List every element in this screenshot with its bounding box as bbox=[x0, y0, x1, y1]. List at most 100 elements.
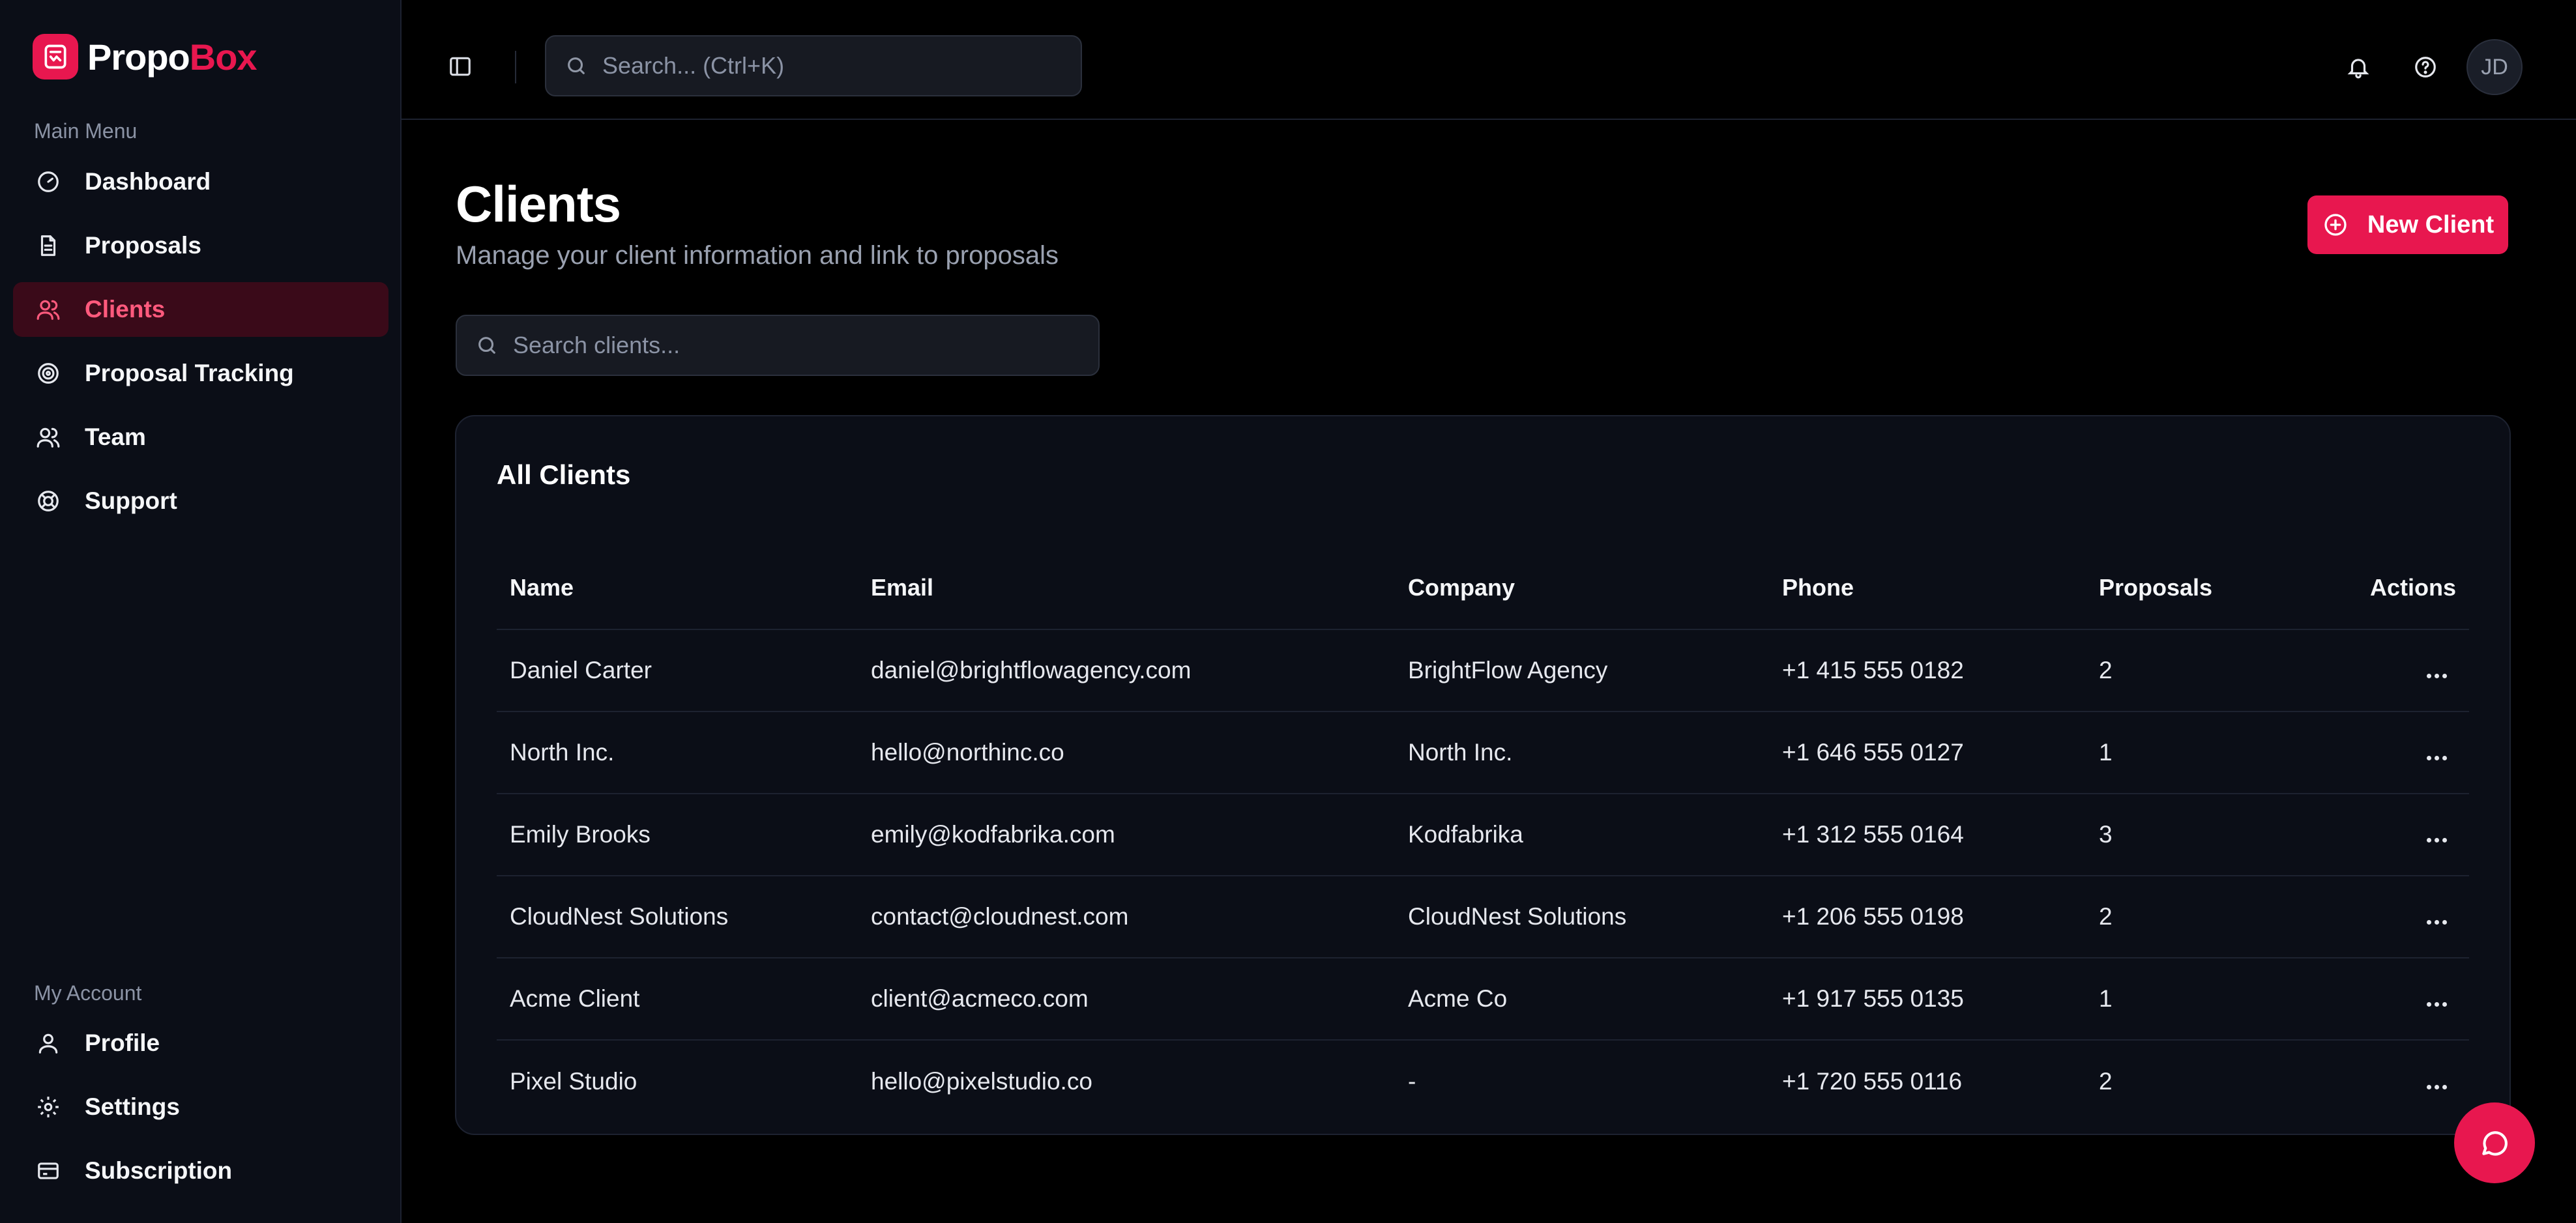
cell-proposals: 1 bbox=[2099, 739, 2113, 766]
sidebar-item-dashboard[interactable]: Dashboard bbox=[13, 154, 388, 209]
cell-proposals: 2 bbox=[2099, 657, 2113, 683]
dot bbox=[2427, 673, 2431, 678]
sidebar-toggle-button[interactable] bbox=[446, 52, 475, 81]
sidebar-item-label: Subscription bbox=[85, 1157, 233, 1184]
cell-company: Kodfabrika bbox=[1408, 821, 1523, 848]
table-row[interactable]: CloudNest Solutions contact@cloudnest.com… bbox=[497, 876, 2469, 958]
global-search[interactable] bbox=[545, 35, 1082, 96]
brand-logo[interactable]: PropoBox bbox=[33, 34, 257, 79]
client-search[interactable] bbox=[456, 315, 1100, 376]
cell-actions bbox=[2347, 1068, 2469, 1096]
plus-circle-icon bbox=[2322, 211, 2349, 238]
notifications-button[interactable] bbox=[2343, 52, 2373, 82]
gear-icon bbox=[35, 1094, 61, 1120]
table-header: Name Email Company Phone Proposals Actio… bbox=[497, 547, 2469, 630]
dot bbox=[2442, 837, 2447, 842]
cell-phone: +1 720 555 0116 bbox=[1782, 1068, 1963, 1095]
avatar[interactable]: JD bbox=[2466, 39, 2523, 95]
dot bbox=[2442, 755, 2447, 760]
cell-name: Emily Brooks bbox=[510, 821, 651, 848]
cell-proposals: 2 bbox=[2099, 903, 2113, 930]
chat-button[interactable] bbox=[2454, 1102, 2535, 1183]
sidebar-item-settings[interactable]: Settings bbox=[13, 1080, 388, 1134]
cell-email: hello@northinc.co bbox=[871, 739, 1064, 766]
sidebar-item-team[interactable]: Team bbox=[13, 410, 388, 465]
sidebar-item-label: Clients bbox=[85, 296, 166, 323]
page-title: Clients bbox=[456, 175, 621, 233]
sidebar: PropoBox Main Menu Dashboard Proposals C… bbox=[0, 0, 402, 1223]
chat-bubble-icon bbox=[2482, 1131, 2508, 1156]
table-row[interactable]: Emily Brooks emily@kodfabrika.com Kodfabri… bbox=[497, 794, 2469, 876]
more-actions-icon[interactable] bbox=[2418, 749, 2456, 767]
brand-name: PropoBox bbox=[87, 36, 257, 78]
cell-proposals: 3 bbox=[2099, 821, 2113, 848]
dot bbox=[2442, 1084, 2447, 1089]
column-header-email: Email bbox=[871, 574, 934, 601]
sidebar-item-label: Settings bbox=[85, 1093, 180, 1120]
table-row[interactable]: Pixel Studio hello@pixelstudio.co - +1 720 … bbox=[497, 1041, 2469, 1123]
help-circle-icon bbox=[2415, 57, 2436, 78]
gauge-icon bbox=[35, 169, 61, 195]
clients-table: Name Email Company Phone Proposals Actio… bbox=[497, 547, 2469, 1123]
search-icon bbox=[564, 54, 588, 78]
sidebar-item-clients[interactable]: Clients bbox=[13, 282, 388, 337]
user-icon bbox=[35, 1030, 61, 1056]
team-icon bbox=[35, 424, 61, 450]
more-actions-icon[interactable] bbox=[2418, 1078, 2456, 1096]
main-menu-label: Main Menu bbox=[34, 119, 138, 143]
help-button[interactable] bbox=[2410, 52, 2440, 82]
table-row[interactable]: North Inc. hello@northinc.co North Inc. +1 … bbox=[497, 712, 2469, 794]
client-search-input[interactable] bbox=[513, 332, 956, 359]
cell-actions bbox=[2347, 739, 2469, 767]
cell-email: client@acmeco.com bbox=[871, 985, 1089, 1012]
sidebar-item-profile[interactable]: Profile bbox=[13, 1016, 388, 1071]
search-icon bbox=[475, 334, 499, 357]
cell-email: contact@cloudnest.com bbox=[871, 903, 1129, 930]
cell-email: hello@pixelstudio.co bbox=[871, 1068, 1092, 1095]
dot bbox=[2435, 755, 2439, 760]
cell-email: emily@kodfabrika.com bbox=[871, 821, 1115, 848]
new-client-label: New Client bbox=[2367, 210, 2495, 238]
cell-phone: +1 312 555 0164 bbox=[1782, 821, 1964, 848]
main-nav: Dashboard Proposals Clients Proposal Tra… bbox=[13, 154, 388, 538]
topbar-divider bbox=[515, 51, 516, 83]
page-subtitle: Manage your client information and link … bbox=[456, 241, 1059, 270]
cell-name: North Inc. bbox=[510, 739, 615, 766]
new-client-button[interactable]: New Client bbox=[2307, 195, 2508, 254]
clients-card: All Clients Name Email Company Phone Pro… bbox=[455, 415, 2511, 1135]
sidebar-item-proposals[interactable]: Proposals bbox=[13, 218, 388, 273]
sidebar-item-subscription[interactable]: Subscription bbox=[13, 1144, 388, 1198]
sidebar-item-label: Profile bbox=[85, 1029, 160, 1056]
cell-company: North Inc. bbox=[1408, 739, 1513, 766]
sidebar-item-proposal-tracking[interactable]: Proposal Tracking bbox=[13, 346, 388, 401]
cell-actions bbox=[2347, 821, 2469, 849]
cell-company: - bbox=[1408, 1068, 1416, 1095]
dot bbox=[2435, 837, 2439, 842]
app-root: PropoBox Main Menu Dashboard Proposals C… bbox=[0, 0, 2576, 1223]
column-header-actions: Actions bbox=[2369, 574, 2456, 601]
lifebuoy-icon bbox=[35, 488, 61, 514]
dot bbox=[2435, 919, 2439, 925]
cell-phone: +1 917 555 0135 bbox=[1782, 985, 1964, 1012]
column-header-phone: Phone bbox=[1782, 574, 1854, 601]
dot bbox=[2427, 1001, 2431, 1007]
more-actions-icon[interactable] bbox=[2418, 914, 2456, 931]
global-search-input[interactable] bbox=[602, 52, 1046, 79]
dot bbox=[2427, 837, 2431, 842]
table-body: Daniel Carter daniel@brightflowagency.com… bbox=[497, 630, 2469, 1123]
document-icon bbox=[35, 233, 61, 259]
more-actions-icon[interactable] bbox=[2418, 996, 2456, 1013]
column-header-company: Company bbox=[1408, 574, 1515, 601]
table-row[interactable]: Daniel Carter daniel@brightflowagency.com… bbox=[497, 630, 2469, 712]
cell-phone: +1 206 555 0198 bbox=[1782, 903, 1964, 930]
dot bbox=[2442, 919, 2447, 925]
more-actions-icon[interactable] bbox=[2418, 831, 2456, 849]
more-actions-icon[interactable] bbox=[2418, 667, 2456, 685]
table-row[interactable]: Acme Client client@acmeco.com Acme Co +1 91… bbox=[497, 958, 2469, 1041]
sidebar-item-support[interactable]: Support bbox=[13, 474, 388, 528]
logo-icon bbox=[33, 34, 78, 79]
dot bbox=[2427, 919, 2431, 925]
topbar: JD bbox=[402, 0, 2576, 120]
sidebar-item-label: Support bbox=[85, 487, 177, 514]
users-icon bbox=[35, 296, 61, 323]
